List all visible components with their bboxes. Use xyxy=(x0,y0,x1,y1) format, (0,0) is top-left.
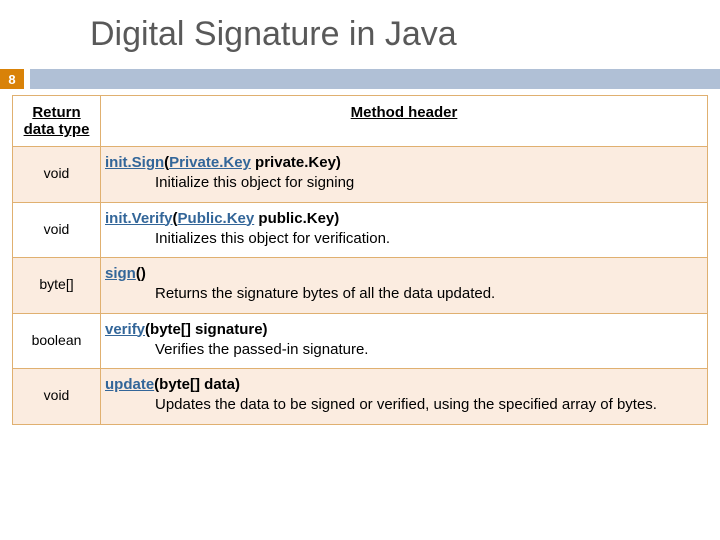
method-signature: update(byte[] data) xyxy=(105,376,240,393)
table-row: voidinit.Sign(Private.Key private.Key) In… xyxy=(13,147,708,203)
return-type-cell: void xyxy=(13,369,101,425)
method-name-link: sign xyxy=(105,265,136,282)
table-row: voidupdate(byte[] data) Updates the data … xyxy=(13,369,708,425)
table-row: byte[]sign() Returns the signature bytes … xyxy=(13,258,708,314)
badge-row: 8 xyxy=(0,69,720,89)
param-rest: (byte[] data) xyxy=(154,376,240,393)
page-number-badge: 8 xyxy=(0,69,24,89)
method-signature: init.Verify(Public.Key public.Key) xyxy=(105,210,339,227)
method-header-cell: sign() Returns the signature bytes of all… xyxy=(101,258,708,314)
method-signature: init.Sign(Private.Key private.Key) xyxy=(105,154,341,171)
method-description: Returns the signature bytes of all the d… xyxy=(105,284,703,304)
slide-title: Digital Signature in Java xyxy=(0,0,720,69)
method-header-cell: init.Sign(Private.Key private.Key) Initia… xyxy=(101,147,708,203)
method-signature: sign() xyxy=(105,265,146,282)
method-description: Updates the data to be signed or verifie… xyxy=(105,395,703,415)
param-rest: private.Key) xyxy=(251,154,341,171)
method-header-cell: verify(byte[] signature) Verifies the pas… xyxy=(101,313,708,369)
col-header-return: Return data type xyxy=(13,96,101,147)
method-header-cell: update(byte[] data) Updates the data to b… xyxy=(101,369,708,425)
method-name-link: update xyxy=(105,376,154,393)
return-type-cell: byte[] xyxy=(13,258,101,314)
method-name-link: init.Verify xyxy=(105,210,173,227)
table-row: booleanverify(byte[] signature) Verifies … xyxy=(13,313,708,369)
table-row: voidinit.Verify(Public.Key public.Key) In… xyxy=(13,202,708,258)
col-header-method: Method header xyxy=(101,96,708,147)
param-rest: (byte[] signature) xyxy=(145,321,268,338)
badge-bar xyxy=(30,69,720,89)
method-description: Initialize this object for signing xyxy=(105,173,703,193)
param-type-link: Private.Key xyxy=(169,154,251,171)
method-name-link: init.Sign xyxy=(105,154,164,171)
return-type-cell: void xyxy=(13,147,101,203)
return-type-cell: boolean xyxy=(13,313,101,369)
method-signature: verify(byte[] signature) xyxy=(105,321,268,338)
method-name-link: verify xyxy=(105,321,145,338)
param-rest: public.Key) xyxy=(254,210,339,227)
param-type-link: Public.Key xyxy=(178,210,255,227)
method-description: Verifies the passed-in signature. xyxy=(105,340,703,360)
return-type-cell: void xyxy=(13,202,101,258)
method-description: Initializes this object for verification… xyxy=(105,229,703,249)
param-open: () xyxy=(136,265,146,282)
method-header-cell: init.Verify(Public.Key public.Key) Initia… xyxy=(101,202,708,258)
methods-table: Return data type Method header voidinit.… xyxy=(12,95,708,425)
